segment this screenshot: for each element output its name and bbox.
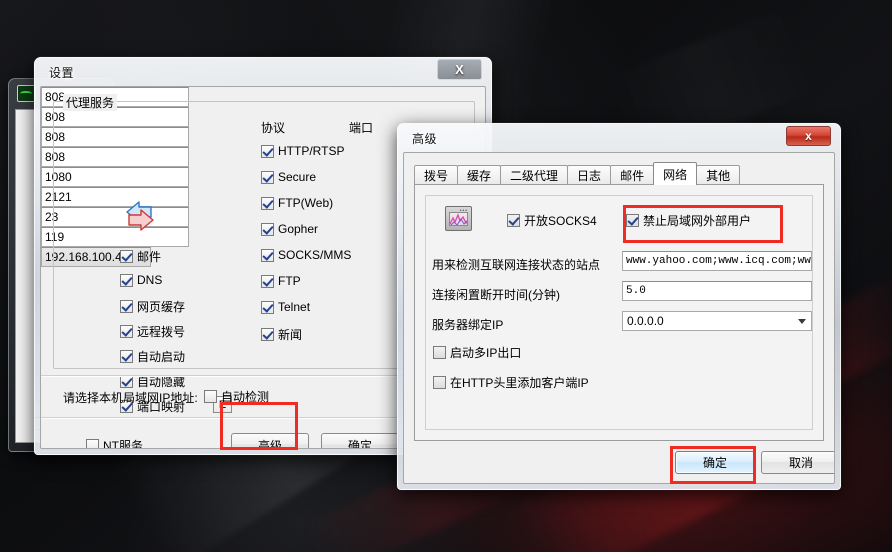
tab-secondary-proxy[interactable]: 二级代理 <box>500 165 569 185</box>
tab-strip: 拨号 缓存 二级代理 日志 邮件 网络 其他 <box>414 162 741 185</box>
checkbox-label: NT服务 <box>103 439 143 449</box>
checkbox-label: SOCKS/MMS <box>278 248 352 262</box>
checkbox-box <box>433 376 446 389</box>
checkbox-label: Gopher <box>278 222 319 236</box>
checkbox-open-socks4[interactable]: 开放SOCKS4 <box>507 212 597 229</box>
advanced-button[interactable]: 高级 <box>231 433 309 448</box>
checkbox-label: FTP(Web) <box>278 196 334 210</box>
checkbox-box <box>204 390 217 403</box>
chevron-down-icon[interactable] <box>798 319 806 324</box>
checkbox-box <box>261 196 274 210</box>
checkbox-mail[interactable]: 邮件 <box>120 248 161 265</box>
checkbox-box <box>261 300 274 314</box>
tab-dialup[interactable]: 拨号 <box>414 165 459 185</box>
protocol-column-header: 协议 <box>261 121 286 135</box>
checkbox-web-cache[interactable]: 网页缓存 <box>120 298 185 315</box>
idle-timeout-input[interactable]: 5.0 <box>622 281 812 301</box>
checkbox-box <box>120 273 133 287</box>
checkbox-label: 自动启动 <box>137 350 186 364</box>
ok-button[interactable]: 确定 <box>321 433 399 448</box>
checkbox-protocol-secure[interactable]: Secure <box>261 170 316 184</box>
checkbox-add-client-ip-header[interactable]: 在HTTP头里添加客户端IP <box>433 374 589 391</box>
network-monitor-icon: ••• <box>445 206 472 231</box>
checkbox-box <box>120 325 133 338</box>
tab-other[interactable]: 其他 <box>696 165 741 185</box>
checkbox-label: 新闻 <box>278 328 303 342</box>
checkbox-protocol-ftp[interactable]: FTP <box>261 274 301 288</box>
checkbox-label: DNS <box>137 273 163 287</box>
tab-network[interactable]: 网络 <box>653 162 698 185</box>
bind-ip-value: 0.0.0.0 <box>627 314 664 328</box>
bind-ip-label: 服务器绑定IP <box>432 318 504 332</box>
checkbox-box <box>120 250 133 263</box>
idle-timeout-label: 连接闲置断开时间(分钟) <box>432 288 560 302</box>
checkbox-protocol-ftp-web[interactable]: FTP(Web) <box>261 196 333 210</box>
checkbox-label: Secure <box>278 170 317 184</box>
checkbox-label: 自动检测 <box>221 390 270 404</box>
proxy-service-group-label: 代理服务 <box>63 94 118 111</box>
checkbox-block-external-users[interactable]: 禁止局域网外部用户 <box>626 212 751 229</box>
checkbox-protocol-telnet[interactable]: Telnet <box>261 300 310 314</box>
settings-titlebar[interactable]: 设置 X <box>40 58 486 86</box>
advanced-titlebar[interactable]: 高级 x <box>403 124 835 152</box>
tab-cache[interactable]: 缓存 <box>457 165 502 185</box>
network-tab-panel: ••• 开放SOCKS4 禁止局域网外部用户 用来检测互联网连接状态的站点 ww… <box>414 184 824 441</box>
detect-sites-label: 用来检测互联网连接状态的站点 <box>432 258 601 272</box>
advanced-client-area: 拨号 缓存 二级代理 日志 邮件 网络 其他 ••• 开放SOCKS4 禁止局域… <box>403 152 835 484</box>
advanced-cancel-button[interactable]: 取消 <box>761 451 834 474</box>
checkbox-box <box>626 214 639 227</box>
checkbox-box <box>86 439 99 448</box>
checkbox-protocol-gopher[interactable]: Gopher <box>261 222 318 236</box>
close-icon[interactable]: x <box>786 126 831 146</box>
checkbox-box <box>261 248 274 262</box>
checkbox-label: 在HTTP头里添加客户端IP <box>450 376 589 390</box>
advanced-window[interactable]: 高级 x 拨号 缓存 二级代理 日志 邮件 网络 其他 ••• 开放SOCKS4… <box>397 123 841 490</box>
checkbox-box <box>261 222 274 236</box>
advanced-window-frame: 高级 x 拨号 缓存 二级代理 日志 邮件 网络 其他 ••• 开放SOCKS4… <box>397 123 841 490</box>
checkbox-box <box>261 144 274 158</box>
checkbox-multi-ip-egress[interactable]: 启动多IP出口 <box>433 344 521 361</box>
checkbox-label: 邮件 <box>137 250 162 264</box>
port-column-header: 端口 <box>349 121 374 135</box>
checkbox-label: HTTP/RTSP <box>278 144 345 158</box>
checkbox-label: 网页缓存 <box>137 300 186 314</box>
checkbox-box <box>120 350 133 363</box>
proxy-arrows-icon <box>123 199 169 233</box>
checkbox-label: FTP <box>278 274 301 288</box>
monitor-screen <box>449 212 468 226</box>
checkbox-box <box>433 346 446 359</box>
bind-ip-combobox[interactable]: 0.0.0.0 <box>622 311 812 331</box>
checkbox-label: 禁止局域网外部用户 <box>643 214 752 228</box>
checkbox-protocol-http-rtsp[interactable]: HTTP/RTSP <box>261 144 344 158</box>
checkbox-box <box>261 328 274 341</box>
network-settings-panel: ••• 开放SOCKS4 禁止局域网外部用户 用来检测互联网连接状态的站点 ww… <box>425 195 813 430</box>
checkbox-remote-dial[interactable]: 远程拨号 <box>120 323 185 340</box>
checkbox-protocol-news[interactable]: 新闻 <box>261 326 302 343</box>
checkbox-protocol-socks-mms[interactable]: SOCKS/MMS <box>261 248 351 262</box>
checkbox-box <box>120 300 133 313</box>
checkbox-box <box>261 274 274 288</box>
close-icon[interactable]: X <box>437 59 482 80</box>
checkbox-label: 开放SOCKS4 <box>524 214 597 228</box>
advanced-ok-button[interactable]: 确定 <box>675 451 755 474</box>
tab-log[interactable]: 日志 <box>567 165 612 185</box>
detect-sites-input[interactable]: www.yahoo.com;www.icq.com;ww <box>622 251 812 271</box>
settings-title: 设置 <box>49 65 75 80</box>
checkbox-label: 远程拨号 <box>137 325 186 339</box>
checkbox-box <box>507 214 520 227</box>
checkbox-box <box>261 170 274 184</box>
checkbox-label: Telnet <box>278 300 311 314</box>
checkbox-dns[interactable]: DNS <box>120 273 162 287</box>
checkbox-auto-start[interactable]: 自动启动 <box>120 348 185 365</box>
checkbox-auto-detect[interactable]: 自动检测 <box>204 388 269 405</box>
advanced-title: 高级 <box>412 131 438 146</box>
tab-mail[interactable]: 邮件 <box>610 165 655 185</box>
checkbox-label: 启动多IP出口 <box>450 346 522 360</box>
checkbox-nt-service[interactable]: NT服务 <box>86 437 143 449</box>
lan-ip-label: 请选择本机局域网IP地址: <box>63 391 198 405</box>
